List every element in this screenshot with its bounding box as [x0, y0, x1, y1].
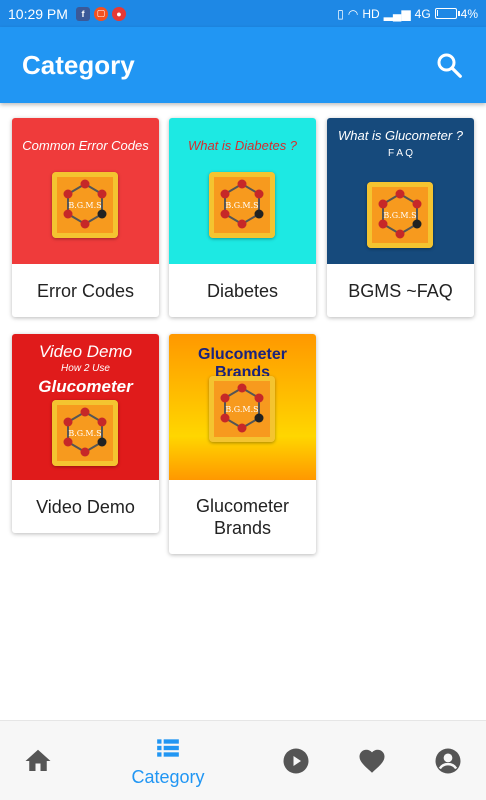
app-notification-icon: ▢: [93, 6, 108, 21]
heart-icon: [359, 749, 385, 773]
logo-text: B.G.M.S: [68, 429, 101, 438]
category-card-video-demo[interactable]: Video Demo How 2 Use Glucometer B.G.M.S …: [12, 334, 159, 533]
category-thumbnail: Video Demo How 2 Use Glucometer B.G.M.S: [12, 334, 159, 480]
category-thumbnail: Common Error Codes B.G.M.S: [12, 118, 159, 264]
nav-category[interactable]: Category: [118, 721, 218, 800]
thumbnail-headline: Video Demo: [38, 342, 133, 361]
app-bar: Category: [0, 27, 486, 103]
bgms-logo-icon: B.G.M.S: [209, 172, 275, 238]
microphone-icon: ●: [111, 6, 126, 21]
nav-home[interactable]: [14, 721, 62, 800]
category-card-glucometer-brands[interactable]: Glucometer Brands B.G.M.S Glucometer Bra…: [169, 334, 316, 554]
category-label: Glucometer Brands: [169, 480, 316, 554]
bgms-logo-icon: B.G.M.S: [52, 400, 118, 466]
bottom-navigation: Category: [0, 720, 486, 800]
bgms-logo-icon: B.G.M.S: [52, 172, 118, 238]
app-root: 10:29 PM f ▢ ● ▯ ◠ HD ▂▄▆ 4G 4% Category…: [0, 0, 486, 800]
home-icon: [25, 749, 51, 771]
status-right: ▯ ◠ HD ▂▄▆ 4G 4%: [337, 7, 478, 21]
category-label: BGMS ~FAQ: [348, 280, 453, 301]
facebook-icon: f: [75, 6, 90, 21]
nav-videos[interactable]: [272, 721, 320, 800]
status-time: 10:29 PM: [8, 5, 68, 22]
category-label: Video Demo: [36, 496, 135, 517]
category-label-line-2: Brands: [213, 518, 272, 538]
nav-account[interactable]: [424, 721, 472, 800]
bgms-logo-icon: B.G.M.S: [367, 182, 433, 248]
thumbnail-headline: What is Glucometer ?: [338, 128, 463, 143]
play-icon: [283, 748, 309, 774]
bgms-logo-icon: B.G.M.S: [209, 376, 275, 442]
network-type: HD: [362, 6, 380, 21]
vibrate-icon: ▯: [337, 6, 344, 21]
logo-text: B.G.M.S: [68, 201, 101, 210]
page-title: Category: [22, 49, 135, 80]
thumbnail-subheadline: F A Q: [387, 148, 413, 159]
logo-text: B.G.M.S: [225, 201, 258, 210]
nav-category-label: Category: [131, 766, 205, 787]
battery-icon: [434, 8, 460, 19]
logo-text: B.G.M.S: [225, 405, 258, 414]
category-thumbnail: Glucometer Brands B.G.M.S: [169, 334, 316, 480]
logo-text: B.G.M.S: [383, 211, 416, 220]
status-bar: 10:29 PM f ▢ ● ▯ ◠ HD ▂▄▆ 4G 4%: [0, 0, 486, 27]
category-list-icon: [157, 738, 179, 757]
category-thumbnail: What is Diabetes ? B.G.M.S: [169, 118, 316, 264]
category-label: Diabetes: [206, 280, 279, 301]
category-card-bgms-faq[interactable]: What is Glucometer ? F A Q B.G.M.S BGMS …: [327, 118, 474, 317]
thumbnail-headline-2: Glucometer: [38, 377, 133, 396]
nav-favorites[interactable]: [348, 721, 396, 800]
thumbnail-headline: Common Error Codes: [22, 138, 149, 153]
thumbnail-subheadline: How 2 Use: [61, 363, 110, 374]
battery-percent: 4%: [460, 6, 478, 21]
thumbnail-headline: What is Diabetes ?: [187, 138, 298, 153]
search-icon[interactable]: [434, 50, 464, 80]
category-thumbnail: What is Glucometer ? F A Q B.G.M.S: [327, 118, 474, 264]
category-card-diabetes[interactable]: What is Diabetes ? B.G.M.S Diabetes: [169, 118, 316, 317]
category-card-error-codes[interactable]: Common Error Codes B.G.M.S Error Codes: [12, 118, 159, 317]
signal-type: 4G: [414, 6, 431, 21]
account-icon: [435, 748, 461, 774]
category-label: Error Codes: [36, 280, 135, 301]
wifi-icon: ◠: [347, 6, 359, 21]
signal-icon: ▂▄▆: [383, 6, 411, 21]
category-label-line-1: Glucometer: [195, 496, 290, 516]
